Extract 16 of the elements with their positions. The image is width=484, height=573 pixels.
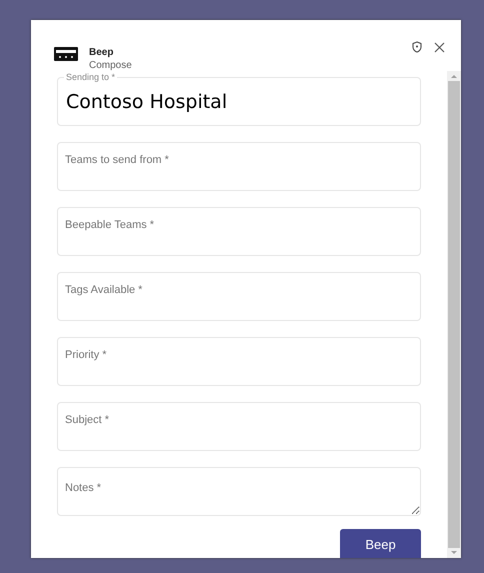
notes-field[interactable]: Notes * <box>57 467 421 516</box>
shield-icon[interactable] <box>412 41 422 53</box>
input-field[interactable]: Teams to send from * <box>57 142 421 191</box>
input-field[interactable]: Priority * <box>57 337 421 386</box>
dialog-subtitle: Compose <box>89 59 132 72</box>
field-label: Sending to * <box>64 72 118 82</box>
input-field[interactable]: Beepable Teams * <box>57 207 421 256</box>
input-field[interactable]: Tags Available * <box>57 272 421 321</box>
scrollbar[interactable] <box>447 71 461 558</box>
beep-button[interactable]: Beep <box>340 529 421 558</box>
pager-icon <box>54 47 78 61</box>
field-value: Contoso Hospital <box>66 88 406 116</box>
close-icon[interactable] <box>434 42 445 52</box>
scrollbar-thumb[interactable] <box>448 81 460 548</box>
dialog-title: Beep <box>89 46 114 59</box>
input-field[interactable]: Subject * <box>57 402 421 451</box>
